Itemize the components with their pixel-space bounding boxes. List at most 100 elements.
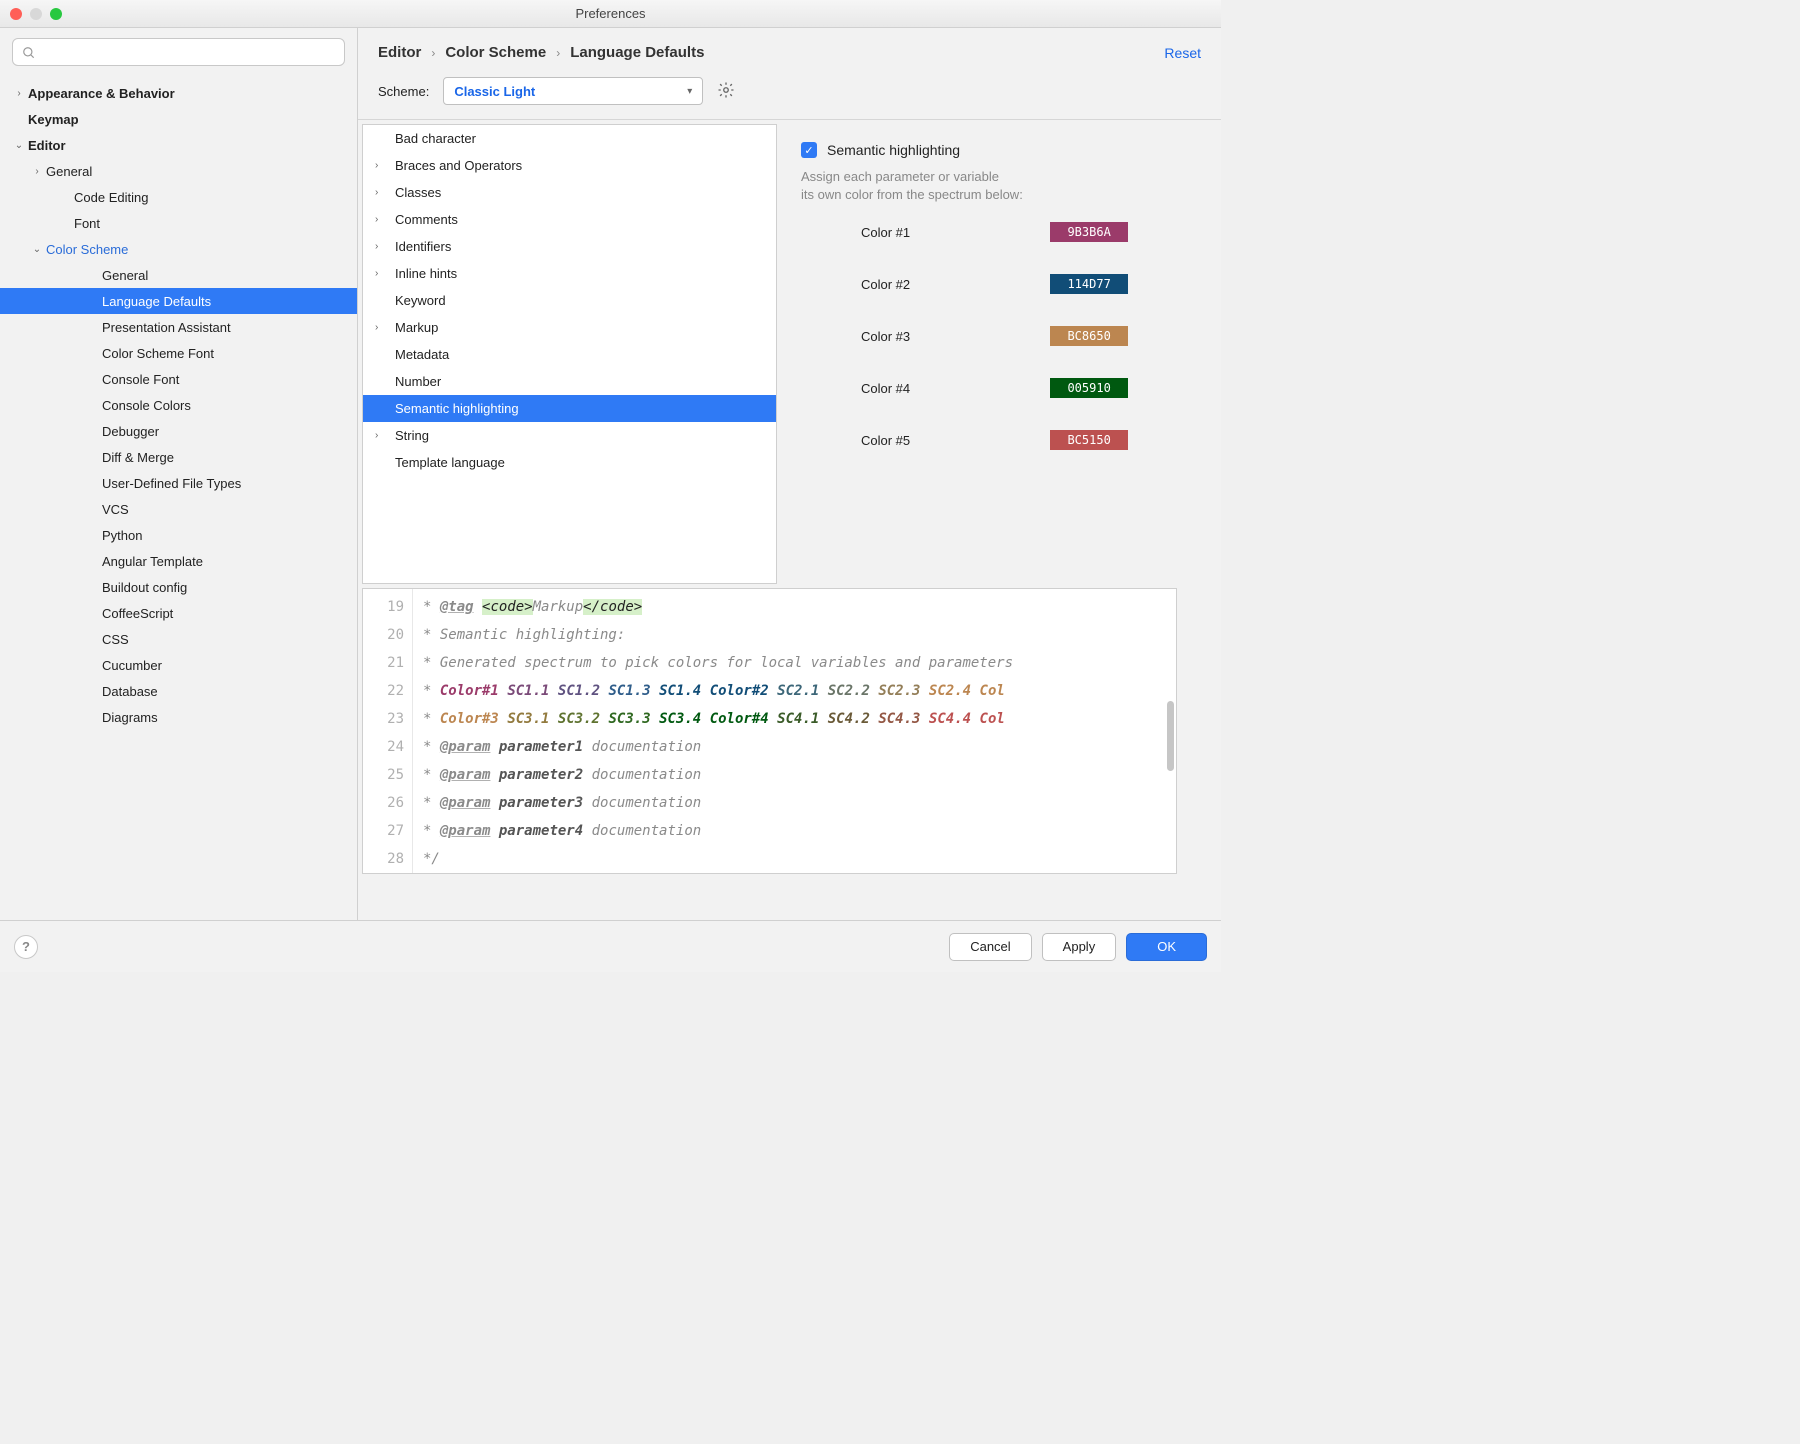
semantic-description: Assign each parameter or variable its ow… — [801, 168, 1197, 204]
color-label: Color #2 — [861, 277, 910, 292]
sidebar-item-general[interactable]: General — [0, 262, 357, 288]
chevron-right-icon: › — [556, 46, 560, 60]
search-input[interactable] — [12, 38, 345, 66]
category-classes[interactable]: ›Classes — [363, 179, 776, 206]
sidebar-item-code-editing[interactable]: Code Editing — [0, 184, 357, 210]
chevron-right-icon: › — [431, 46, 435, 60]
sidebar-item-label: Buildout config — [102, 580, 187, 595]
sidebar-item-cucumber[interactable]: Cucumber — [0, 652, 357, 678]
color-swatch[interactable]: 005910 — [1050, 378, 1128, 398]
gutter: 19202122232425262728 — [363, 589, 413, 873]
sidebar-item-python[interactable]: Python — [0, 522, 357, 548]
chevron-down-icon: ▾ — [687, 86, 692, 97]
chevron-right-icon: › — [375, 268, 395, 279]
sidebar-item-color-scheme[interactable]: ⌄Color Scheme — [0, 236, 357, 262]
sidebar-item-css[interactable]: CSS — [0, 626, 357, 652]
sidebar-item-user-defined-file-types[interactable]: User-Defined File Types — [0, 470, 357, 496]
ok-button[interactable]: OK — [1126, 933, 1207, 961]
sidebar-item-console-font[interactable]: Console Font — [0, 366, 357, 392]
scheme-select[interactable]: Classic Light ▾ — [443, 77, 703, 105]
sidebar-item-label: Editor — [28, 138, 66, 153]
sidebar-item-diff-merge[interactable]: Diff & Merge — [0, 444, 357, 470]
sidebar-item-label: Font — [74, 216, 100, 231]
category-number[interactable]: Number — [363, 368, 776, 395]
sidebar-item-database[interactable]: Database — [0, 678, 357, 704]
code-area[interactable]: * @tag <code>Markup</code> * Semantic hi… — [413, 589, 1176, 873]
sidebar-item-label: General — [46, 164, 92, 179]
scheme-label: Scheme: — [378, 84, 429, 99]
crumb-editor[interactable]: Editor — [378, 44, 421, 61]
sidebar-item-label: Language Defaults — [102, 294, 211, 309]
sidebar-item-label: CoffeeScript — [102, 606, 173, 621]
main-panel: Editor › Color Scheme › Language Default… — [358, 28, 1221, 920]
category-keyword[interactable]: Keyword — [363, 287, 776, 314]
color-swatch[interactable]: BC8650 — [1050, 326, 1128, 346]
chevron-right-icon: › — [375, 430, 395, 441]
sidebar-item-color-scheme-font[interactable]: Color Scheme Font — [0, 340, 357, 366]
color-swatch[interactable]: BC5150 — [1050, 430, 1128, 450]
category-inline-hints[interactable]: ›Inline hints — [363, 260, 776, 287]
sidebar-item-label: Keymap — [28, 112, 79, 127]
crumb-color-scheme[interactable]: Color Scheme — [445, 44, 546, 61]
cancel-button[interactable]: Cancel — [949, 933, 1031, 961]
sidebar-item-label: General — [102, 268, 148, 283]
category-label: Braces and Operators — [395, 158, 522, 173]
color-row-2: Color #2 114D77 — [861, 274, 1197, 294]
chevron-right-icon: › — [375, 214, 395, 225]
code-preview: 19202122232425262728 * @tag <code>Markup… — [362, 588, 1177, 874]
sidebar-item-keymap[interactable]: Keymap — [0, 106, 357, 132]
category-label: Classes — [395, 185, 441, 200]
sidebar-item-appearance-behavior[interactable]: ›Appearance & Behavior — [0, 80, 357, 106]
category-comments[interactable]: ›Comments — [363, 206, 776, 233]
sidebar-item-language-defaults[interactable]: Language Defaults — [0, 288, 357, 314]
sidebar-item-label: Diagrams — [102, 710, 158, 725]
category-label: Inline hints — [395, 266, 457, 281]
sidebar-item-label: Python — [102, 528, 142, 543]
sidebar-item-angular-template[interactable]: Angular Template — [0, 548, 357, 574]
sidebar-item-general[interactable]: ›General — [0, 158, 357, 184]
chevron-down-icon: ⌄ — [28, 244, 46, 255]
semantic-checkbox-label: Semantic highlighting — [827, 142, 960, 158]
color-swatch[interactable]: 114D77 — [1050, 274, 1128, 294]
sidebar-item-presentation-assistant[interactable]: Presentation Assistant — [0, 314, 357, 340]
category-braces-and-operators[interactable]: ›Braces and Operators — [363, 152, 776, 179]
sidebar-item-coffeescript[interactable]: CoffeeScript — [0, 600, 357, 626]
reset-link[interactable]: Reset — [1164, 45, 1201, 61]
category-string[interactable]: ›String — [363, 422, 776, 449]
scheme-value: Classic Light — [454, 84, 535, 99]
sidebar-item-font[interactable]: Font — [0, 210, 357, 236]
category-label: String — [395, 428, 429, 443]
sidebar-item-debugger[interactable]: Debugger — [0, 418, 357, 444]
chevron-down-icon: ⌄ — [10, 140, 28, 151]
category-list[interactable]: Bad character›Braces and Operators›Class… — [362, 124, 777, 584]
sidebar-item-console-colors[interactable]: Console Colors — [0, 392, 357, 418]
category-semantic-highlighting[interactable]: Semantic highlighting — [363, 395, 776, 422]
sidebar-item-label: Color Scheme Font — [102, 346, 214, 361]
category-identifiers[interactable]: ›Identifiers — [363, 233, 776, 260]
scrollbar-thumb[interactable] — [1167, 701, 1174, 771]
category-metadata[interactable]: Metadata — [363, 341, 776, 368]
help-icon[interactable]: ? — [14, 935, 38, 959]
category-label: Metadata — [395, 347, 449, 362]
sidebar-item-diagrams[interactable]: Diagrams — [0, 704, 357, 730]
chevron-right-icon: › — [10, 88, 28, 99]
category-markup[interactable]: ›Markup — [363, 314, 776, 341]
gear-icon[interactable] — [717, 81, 735, 102]
chevron-right-icon: › — [375, 187, 395, 198]
sidebar-item-label: CSS — [102, 632, 129, 647]
category-label: Comments — [395, 212, 458, 227]
sidebar-item-editor[interactable]: ⌄Editor — [0, 132, 357, 158]
apply-button[interactable]: Apply — [1042, 933, 1117, 961]
sidebar: ›Appearance & BehaviorKeymap⌄Editor›Gene… — [0, 28, 358, 920]
category-bad-character[interactable]: Bad character — [363, 125, 776, 152]
settings-tree[interactable]: ›Appearance & BehaviorKeymap⌄Editor›Gene… — [0, 74, 357, 920]
color-swatch[interactable]: 9B3B6A — [1050, 222, 1128, 242]
category-label: Semantic highlighting — [395, 401, 519, 416]
sidebar-item-label: Appearance & Behavior — [28, 86, 175, 101]
sidebar-item-vcs[interactable]: VCS — [0, 496, 357, 522]
category-template-language[interactable]: Template language — [363, 449, 776, 476]
sidebar-item-label: Debugger — [102, 424, 159, 439]
sidebar-item-buildout-config[interactable]: Buildout config — [0, 574, 357, 600]
semantic-checkbox[interactable]: ✓ — [801, 142, 817, 158]
sidebar-item-label: Console Colors — [102, 398, 191, 413]
